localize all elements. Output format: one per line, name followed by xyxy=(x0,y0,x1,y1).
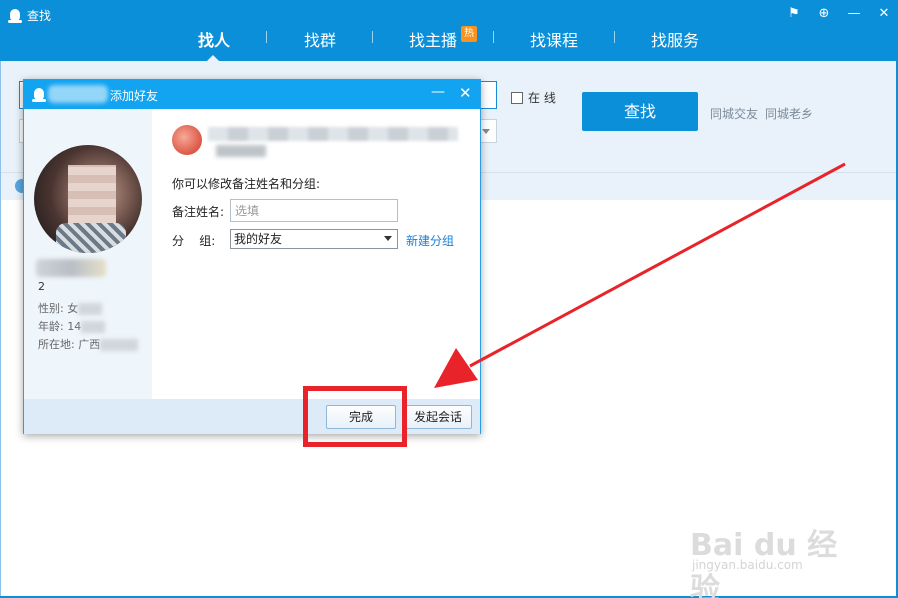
annotation-arrow xyxy=(434,162,846,388)
arrow-shaft-core xyxy=(469,163,846,367)
arrow-head xyxy=(434,348,478,388)
